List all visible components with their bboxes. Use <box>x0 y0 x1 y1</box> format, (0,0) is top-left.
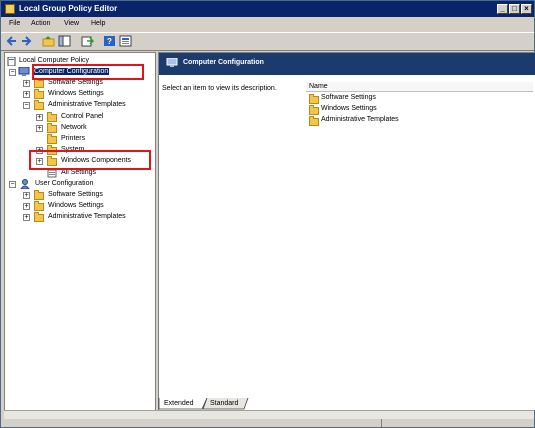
folder-icon <box>47 123 57 133</box>
software-settings-label: Software Settings <box>48 79 103 86</box>
all-settings-label: All Settings <box>61 169 97 176</box>
title-bar[interactable]: Local Group Policy Editor _ □ × <box>1 1 534 17</box>
menu-bar: File Action View Help <box>1 18 534 31</box>
up-folder-icon[interactable] <box>42 35 55 47</box>
expand-icon[interactable]: + <box>23 91 30 98</box>
administrative-templates-label: Administrative Templates <box>48 101 126 108</box>
list-item-label: Software Settings <box>321 94 376 101</box>
expand-icon[interactable]: + <box>36 114 43 121</box>
svg-text:?: ? <box>107 37 112 46</box>
column-header-name[interactable]: Name <box>306 82 533 92</box>
highlight-computer-configuration <box>32 64 144 80</box>
tree-item-user-windows-settings[interactable]: + Windows Settings <box>23 201 143 212</box>
expand-icon[interactable]: + <box>23 203 30 210</box>
tree-item-network[interactable]: + Network <box>36 123 146 134</box>
folder-icon <box>309 94 319 104</box>
tree-item-user-configuration[interactable]: − User Configuration <box>7 179 147 190</box>
collapse-icon[interactable]: − <box>9 181 16 188</box>
user-software-settings-label: Software Settings <box>48 191 103 198</box>
menu-file[interactable]: File <box>9 20 20 27</box>
folder-icon <box>47 112 57 122</box>
column-name-label: Name <box>309 83 328 90</box>
list-item-label: Administrative Templates <box>321 116 399 123</box>
horizontal-scrollbar[interactable] <box>4 410 534 419</box>
all-settings-icon <box>47 169 57 178</box>
expand-icon[interactable]: + <box>36 125 43 132</box>
users-icon <box>20 179 30 189</box>
printers-label: Printers <box>61 135 86 142</box>
folder-icon <box>309 116 319 126</box>
show-hide-tree-icon[interactable] <box>58 35 71 47</box>
highlight-windows-components <box>29 150 151 170</box>
tree-pane[interactable]: Local Computer Policy − Computer Configu… <box>4 52 156 411</box>
status-bar <box>1 419 534 427</box>
folder-icon <box>309 105 319 115</box>
tree-item-user-administrative-templates[interactable]: + Administrative Templates <box>23 212 143 223</box>
details-header: Computer Configuration <box>159 53 535 75</box>
toolbar: ? <box>1 32 534 51</box>
windows-settings-label: Windows Settings <box>48 90 104 97</box>
list-item-windows-settings[interactable]: Windows Settings <box>308 104 428 115</box>
network-label: Network <box>61 124 87 131</box>
expand-icon[interactable]: + <box>23 80 30 87</box>
expand-icon[interactable]: + <box>23 214 30 221</box>
back-arrow-icon[interactable] <box>5 35 18 47</box>
menu-view[interactable]: View <box>64 20 79 27</box>
app-icon <box>5 4 15 14</box>
menu-action[interactable]: Action <box>31 20 50 27</box>
list-item-label: Windows Settings <box>321 105 377 112</box>
tree-item-windows-settings[interactable]: + Windows Settings <box>23 89 143 100</box>
folder-icon <box>34 190 44 200</box>
folder-icon <box>34 100 44 110</box>
forward-arrow-icon[interactable] <box>20 35 33 47</box>
list-item-software-settings[interactable]: Software Settings <box>308 93 428 104</box>
tree-item-control-panel[interactable]: + Control Panel <box>36 112 146 123</box>
user-administrative-templates-label: Administrative Templates <box>48 213 126 220</box>
details-pane: Computer Configuration Select an item to… <box>158 52 535 411</box>
status-divider <box>381 419 382 427</box>
maximize-button[interactable]: □ <box>509 4 520 14</box>
export-list-icon[interactable] <box>81 35 94 47</box>
properties-icon[interactable] <box>119 35 132 47</box>
details-header-title: Computer Configuration <box>183 59 264 66</box>
folder-icon <box>34 201 44 211</box>
control-panel-label: Control Panel <box>61 113 104 120</box>
collapse-icon[interactable]: − <box>9 69 16 76</box>
tree-root-label: Local Computer Policy <box>19 57 90 64</box>
folder-icon <box>34 212 44 222</box>
folder-icon <box>34 89 44 99</box>
collapse-icon[interactable]: − <box>23 102 30 109</box>
close-button[interactable]: × <box>521 4 532 14</box>
user-configuration-label: User Configuration <box>35 180 94 187</box>
computer-icon <box>18 67 30 76</box>
window-title: Local Group Policy Editor <box>19 4 118 13</box>
view-tabs: Extended Standard <box>158 398 288 410</box>
policy-icon <box>7 57 16 66</box>
description-text: Select an item to view its description. <box>162 85 277 92</box>
folder-icon <box>47 134 57 144</box>
expand-icon[interactable]: + <box>23 192 30 199</box>
computer-icon <box>166 58 178 67</box>
tree-item-user-software-settings[interactable]: + Software Settings <box>23 190 143 201</box>
list-item-administrative-templates[interactable]: Administrative Templates <box>308 115 438 126</box>
menu-help[interactable]: Help <box>91 20 105 27</box>
minimize-button[interactable]: _ <box>497 4 508 14</box>
app-window: Local Group Policy Editor _ □ × File Act… <box>0 0 535 428</box>
help-icon[interactable]: ? <box>103 35 116 47</box>
tree-item-printers[interactable]: Printers <box>36 134 146 145</box>
tree-item-administrative-templates[interactable]: − Administrative Templates <box>23 100 143 111</box>
user-windows-settings-label: Windows Settings <box>48 202 104 209</box>
folder-icon <box>34 78 44 88</box>
